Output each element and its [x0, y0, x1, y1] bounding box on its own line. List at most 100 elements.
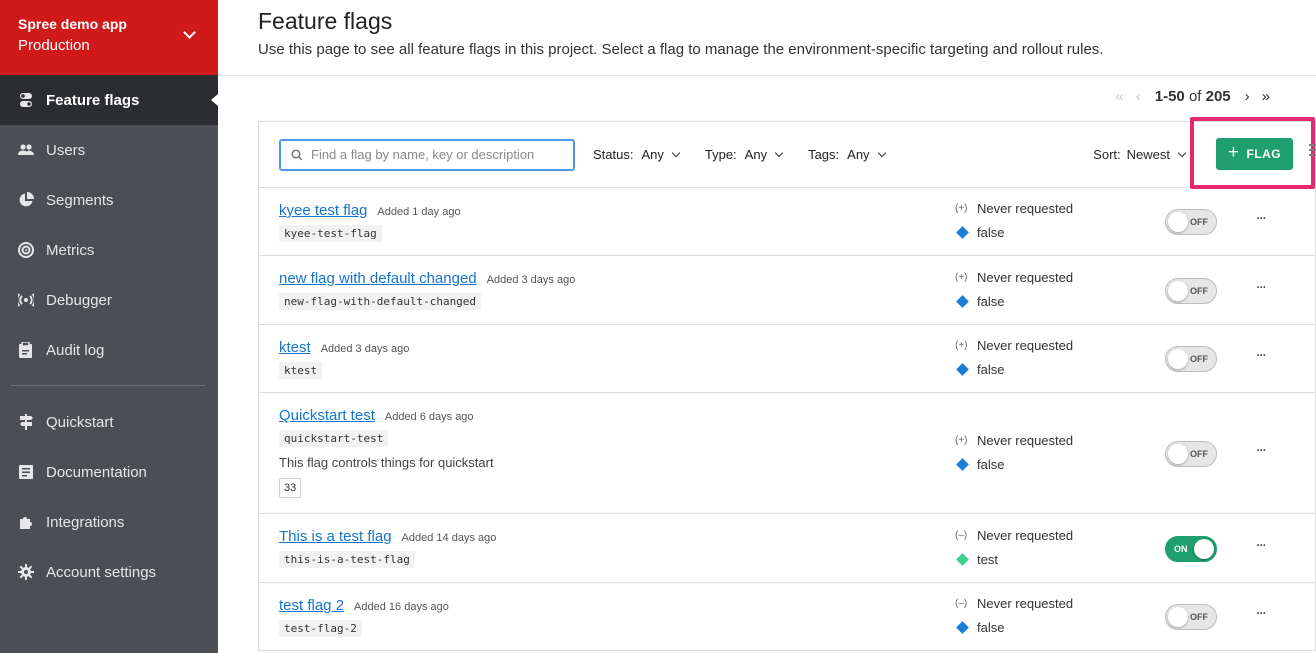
- flag-value: test: [977, 551, 998, 567]
- flag-requested: Never requested: [977, 432, 1074, 448]
- flag-name-link[interactable]: Quickstart test: [279, 407, 375, 424]
- project-switcher[interactable]: Spree demo app Production: [0, 0, 218, 75]
- flag-row[interactable]: ktest Added 3 days ago ktest (+) Never reque…: [259, 325, 1315, 393]
- highlight-box: + FLAG: [1190, 117, 1316, 189]
- flag-list: kyee test flag Added 1 day ago kyee-test-f…: [259, 188, 1315, 651]
- pagination: « ‹ 1-50 of 205 › »: [1109, 88, 1276, 105]
- flag-row[interactable]: Quickstart test Added 6 days ago quickstar…: [259, 393, 1315, 514]
- flag-toggle[interactable]: ON: [1165, 535, 1217, 562]
- evaluation-icon: (–): [955, 529, 968, 541]
- sidebar-item-account-settings[interactable]: Account settings: [0, 547, 218, 597]
- pie-chart-icon: [18, 192, 34, 208]
- plus-icon: +: [1227, 142, 1240, 163]
- flag-toggle[interactable]: OFF: [1165, 346, 1217, 372]
- search-input[interactable]: [311, 147, 561, 162]
- flag-status: (+) Never requested false: [955, 201, 1073, 240]
- variation-diamond-icon: [956, 457, 969, 471]
- chevron-down-icon: [774, 148, 784, 157]
- tags-filter[interactable]: Tags: Any: [808, 147, 886, 162]
- more-options-icon[interactable]: •••: [1257, 543, 1266, 549]
- evaluation-icon: (+): [955, 340, 968, 351]
- environment-name: Production: [18, 37, 90, 54]
- clipboard-icon: [18, 342, 34, 358]
- flag-row[interactable]: test flag 2 Added 16 days ago test-flag-2 (…: [259, 583, 1315, 651]
- flag-toggle[interactable]: OFF: [1165, 440, 1217, 467]
- flag-name-link[interactable]: ktest: [279, 339, 311, 356]
- sidebar-item-label: Documentation: [46, 463, 147, 481]
- previous-page-icon[interactable]: ‹: [1136, 88, 1141, 105]
- more-options-icon[interactable]: •••: [1257, 216, 1266, 222]
- more-options-icon[interactable]: •••: [1257, 611, 1266, 617]
- flag-added-date: Added 3 days ago: [486, 274, 576, 286]
- toggle-knob: [1168, 607, 1188, 627]
- search-box[interactable]: [279, 138, 575, 171]
- variation-diamond-icon: [956, 363, 969, 376]
- evaluation-icon: (+): [955, 203, 968, 214]
- flag-toggle[interactable]: OFF: [1165, 604, 1217, 630]
- more-options-icon[interactable]: •••: [1257, 285, 1266, 291]
- chevron-down-icon: [671, 148, 681, 157]
- sidebar-item-audit-log[interactable]: Audit log: [0, 325, 218, 375]
- flag-status: (–) Never requested test: [955, 528, 1073, 567]
- sidebar-item-label: Segments: [46, 191, 114, 209]
- flag-added-date: Added 16 days ago: [354, 601, 449, 613]
- sidebar-item-label: Users: [46, 141, 86, 159]
- flag-key: quickstart-test: [279, 430, 389, 447]
- toggle-label: ON: [1174, 543, 1188, 554]
- flag-name-link[interactable]: kyee test flag: [279, 202, 367, 219]
- flag-added-date: Added 3 days ago: [320, 343, 410, 355]
- sidebar-item-feature-flags[interactable]: Feature flags: [0, 75, 218, 125]
- sidebar-item-integrations[interactable]: Integrations: [0, 497, 218, 547]
- flag-requested: Never requested: [977, 201, 1074, 216]
- page-title: Feature flags: [258, 8, 393, 34]
- flag-added-date: Added 1 day ago: [377, 206, 461, 218]
- sort-label: Sort:: [1093, 147, 1121, 162]
- flag-added-date: Added 6 days ago: [384, 411, 474, 423]
- sort-dropdown[interactable]: Sort: Newest: [1093, 147, 1187, 162]
- flag-row[interactable]: This is a test flag Added 14 days ago this…: [259, 514, 1315, 583]
- flag-badge: 33: [279, 478, 302, 498]
- sidebar-item-debugger[interactable]: Debugger: [0, 275, 218, 325]
- page-range: 1-50: [1154, 88, 1185, 105]
- last-page-icon[interactable]: »: [1262, 88, 1270, 105]
- first-page-icon[interactable]: «: [1115, 88, 1123, 105]
- main-content: Feature flags Use this page to see all f…: [218, 0, 1316, 653]
- sidebar-item-metrics[interactable]: Metrics: [0, 225, 218, 275]
- flag-name-link[interactable]: new flag with default changed: [279, 270, 477, 287]
- flag-toggle[interactable]: OFF: [1165, 277, 1217, 304]
- flag-value: false: [977, 293, 1005, 309]
- flag-requested: Never requested: [977, 527, 1074, 543]
- variation-diamond-icon: [956, 621, 969, 634]
- flag-toggle[interactable]: OFF: [1165, 209, 1217, 235]
- flag-row[interactable]: new flag with default changed Added 3 day…: [259, 256, 1315, 325]
- sidebar-item-segments[interactable]: Segments: [0, 175, 218, 225]
- sidebar-item-label: Debugger: [46, 291, 112, 309]
- sidebar-item-quickstart[interactable]: Quickstart: [0, 397, 218, 447]
- tags-filter-value: Any: [847, 147, 870, 162]
- list-view-icon[interactable]: [1309, 144, 1316, 159]
- flag-value: false: [977, 620, 1005, 635]
- flag-name-link[interactable]: This is a test flag: [279, 528, 392, 545]
- variation-diamond-icon: [956, 294, 969, 308]
- flag-status: (+) Never requested false: [955, 433, 1073, 472]
- flag-row[interactable]: kyee test flag Added 1 day ago kyee-test-f…: [259, 188, 1315, 256]
- status-filter[interactable]: Status: Any: [593, 147, 681, 162]
- toggle-knob: [1168, 280, 1188, 301]
- sidebar-item-documentation[interactable]: Documentation: [0, 447, 218, 497]
- more-options-icon[interactable]: •••: [1257, 448, 1266, 454]
- page-subtitle: Use this page to see all feature flags i…: [258, 41, 1104, 58]
- toggle-label: OFF: [1190, 217, 1208, 227]
- add-flag-label: FLAG: [1246, 147, 1282, 161]
- type-filter[interactable]: Type: Any: [705, 147, 784, 162]
- flag-key: test-flag-2: [279, 620, 362, 637]
- sidebar-item-label: Audit log: [46, 341, 105, 359]
- next-page-icon[interactable]: ›: [1245, 88, 1250, 105]
- sidebar-item-users[interactable]: Users: [0, 125, 218, 175]
- flag-name-link[interactable]: test flag 2: [279, 597, 344, 614]
- search-icon: [291, 148, 303, 161]
- more-options-icon[interactable]: •••: [1257, 353, 1266, 359]
- add-flag-button[interactable]: + FLAG: [1216, 138, 1293, 170]
- toggle-knob: [1194, 538, 1214, 559]
- status-filter-value: Any: [641, 147, 664, 162]
- flag-status: (–) Never requested false: [955, 596, 1073, 635]
